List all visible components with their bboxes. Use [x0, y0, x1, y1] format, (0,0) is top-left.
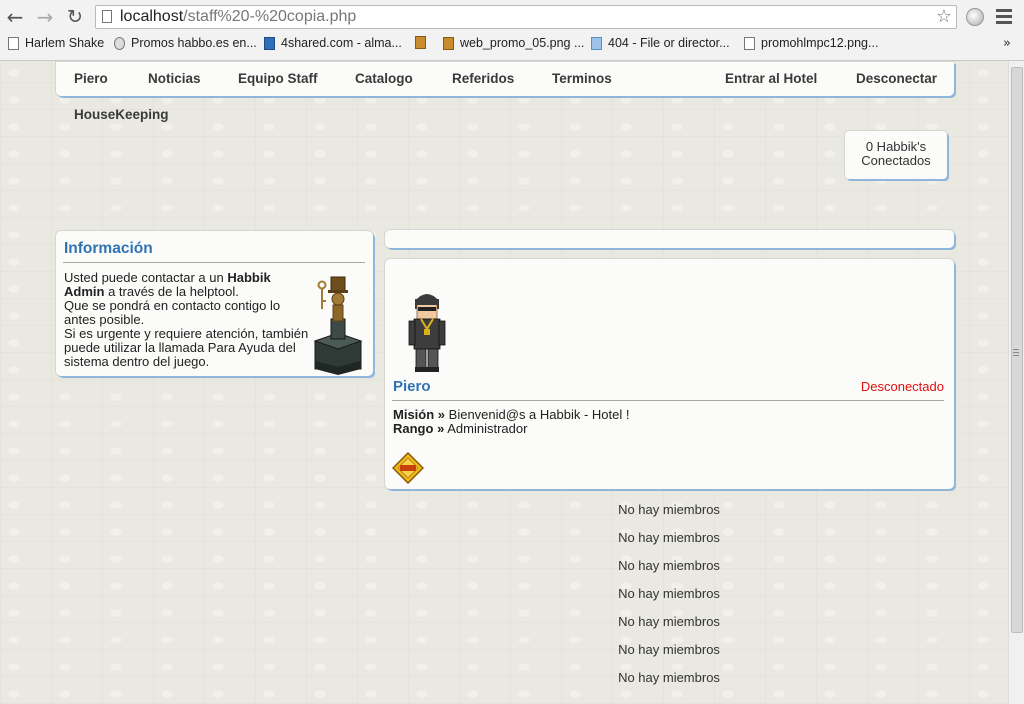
staff-profile-card: Piero Desconectado Misión » Bienvenid@s … [385, 259, 954, 489]
bookmark-label: Harlem Shake [25, 36, 105, 50]
nav-desconectar[interactable]: Desconectar [856, 71, 937, 86]
rank-label: Rango [393, 421, 434, 436]
bookmark-item[interactable]: Harlem Shake [8, 36, 104, 50]
info-text-2: Que se pondrá en contacto contigo lo ant… [64, 298, 281, 327]
info-text-1: Usted puede contactar a un [64, 270, 228, 285]
nav-terminos[interactable]: Terminos [552, 71, 612, 86]
members-list: No hay miembros No hay miembros No hay m… [569, 502, 769, 698]
list-item: No hay miembros [618, 586, 720, 601]
bookmark-label: 404 - File or director... [608, 36, 730, 50]
page-icon [102, 10, 112, 23]
forward-arrow-icon[interactable]: → [34, 5, 56, 29]
bookmarks-more-button[interactable]: » [1003, 36, 1011, 51]
trophy-statue-icon [313, 276, 363, 375]
online-count-box: 0 Habbik's Conectados [845, 131, 947, 179]
info-panel: Información Usted puede contactar a un H… [56, 231, 373, 376]
bookmark-label: web_promo_05.png ... [460, 36, 585, 50]
scroll-grip-icon [1013, 349, 1019, 358]
online-label: Conectados [861, 153, 931, 168]
bookmark-label: promohlmpc12.png... [761, 36, 879, 50]
bookmark-star-icon[interactable]: ☆ [936, 6, 952, 27]
bookmark-item[interactable]: web_promo_05.png ... [443, 36, 584, 50]
header-bar-panel [385, 230, 954, 248]
network-icon [591, 36, 602, 50]
info-title: Información [64, 240, 153, 257]
info-text-3: Si es urgente y requiere atención, tambi… [64, 326, 309, 369]
page-icon [744, 36, 755, 50]
divider [63, 262, 365, 263]
bookmark-item[interactable]: 4shared.com - alma... [264, 36, 402, 50]
package-icon [415, 36, 426, 49]
bookmark-label: 4shared.com - alma... [281, 36, 402, 50]
page-content: Piero Noticias Equipo Staff Catalogo Ref… [0, 61, 1008, 704]
address-bar[interactable]: localhost/staff%20-%20copia.php ☆ [95, 5, 957, 29]
bookmarks-bar: Harlem Shake Promos habbo.es en... 4shar… [0, 34, 1024, 56]
list-item: No hay miembros [618, 558, 720, 573]
back-arrow-icon[interactable]: ← [4, 5, 26, 29]
nav-piero[interactable]: Piero [74, 71, 108, 86]
divider [392, 400, 944, 401]
info-text: Usted puede contactar a un Habbik Admin … [64, 271, 309, 369]
url-path: /staff%20-%20copia.php [183, 8, 357, 25]
list-item: No hay miembros [618, 530, 720, 545]
separator: » [437, 421, 445, 436]
online-count: 0 Habbik's [865, 139, 927, 154]
vertical-scrollbar[interactable] [1008, 61, 1024, 704]
bookmark-item[interactable]: 404 - File or director... [591, 36, 730, 50]
badge-icon [114, 36, 125, 50]
nav-noticias[interactable]: Noticias [148, 71, 201, 86]
url-text[interactable]: localhost/staff%20-%20copia.php [120, 8, 356, 26]
bookmark-item[interactable]: Promos habbo.es en... [114, 36, 257, 50]
list-item: No hay miembros [618, 642, 720, 657]
separator: » [437, 407, 446, 422]
nav-referidos[interactable]: Referidos [452, 71, 514, 86]
browser-menu-icon[interactable] [995, 7, 1013, 27]
reload-icon[interactable]: ↻ [64, 6, 86, 28]
list-item: No hay miembros [618, 670, 720, 685]
mission-label: Misión [393, 407, 435, 422]
status-badge: Desconectado [860, 379, 944, 394]
nav-catalogo[interactable]: Catalogo [355, 71, 413, 86]
url-host: localhost [120, 8, 184, 25]
nav-housekeeping[interactable]: HouseKeeping [74, 107, 169, 122]
browser-chrome: ← → ↻ localhost/staff%20-%20copia.php ☆ … [0, 0, 1024, 61]
staff-name[interactable]: Piero [393, 378, 431, 395]
main-navbar: Piero Noticias Equipo Staff Catalogo Ref… [56, 62, 954, 96]
extension-icon[interactable] [966, 8, 984, 26]
staff-badge-icon [392, 452, 424, 484]
bookmark-item[interactable] [415, 36, 432, 49]
info-text-1-rest: a través de la helptool. [104, 284, 239, 299]
avatar [408, 294, 446, 372]
bookmark-label: Promos habbo.es en... [131, 36, 257, 50]
rank-line: Rango » Administrador [393, 421, 527, 436]
nav-equipo-staff[interactable]: Equipo Staff [238, 71, 318, 86]
bookmark-item[interactable]: promohlmpc12.png... [744, 36, 878, 50]
page-icon [8, 36, 19, 50]
list-item: No hay miembros [618, 614, 720, 629]
package-icon [443, 36, 454, 50]
4shared-icon [264, 36, 275, 50]
mission-value: Bienvenid@s a Habbik - Hotel ! [448, 407, 630, 422]
nav-entrar-al-hotel[interactable]: Entrar al Hotel [725, 71, 817, 86]
mission-line: Misión » Bienvenid@s a Habbik - Hotel ! [393, 407, 630, 422]
list-item: No hay miembros [618, 502, 720, 517]
rank-value: Administrador [447, 421, 528, 436]
